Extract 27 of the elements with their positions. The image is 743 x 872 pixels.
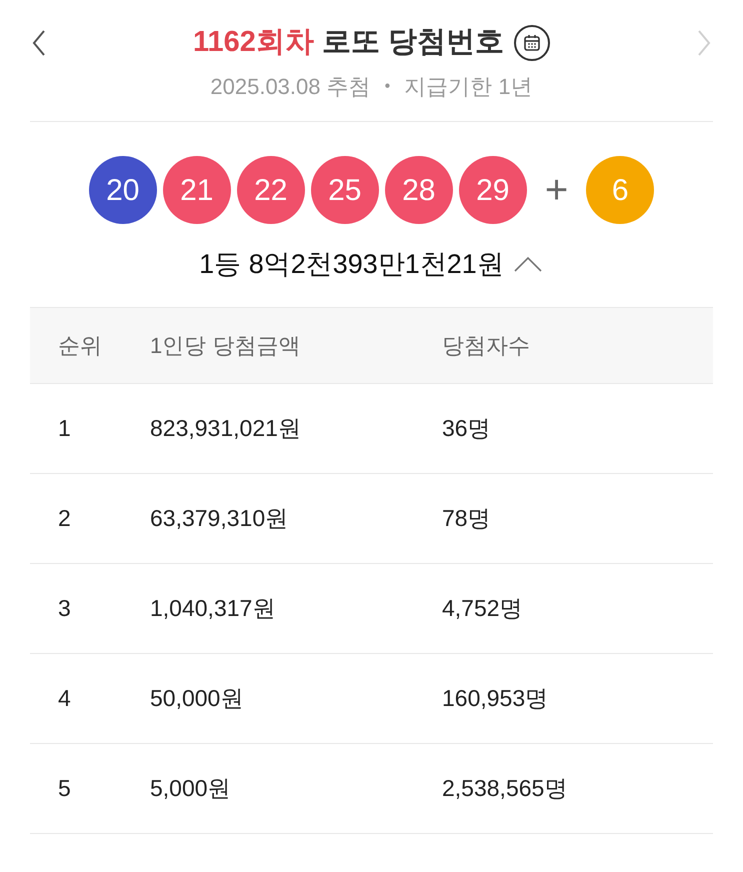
table-cell-text: 160,953명	[442, 684, 550, 713]
table-cell-text: 823,931,021원	[150, 414, 302, 443]
table-cell-text: 2	[57, 504, 72, 533]
calendar-button[interactable]	[514, 25, 550, 61]
table-cell-text: 36명	[442, 414, 492, 443]
column-header: 1인당 당첨금액	[150, 332, 302, 360]
table-cell-text: 50,000원	[150, 684, 244, 713]
table-cell-text: 1	[57, 414, 72, 443]
table-cell-text: 63,379,310원	[150, 504, 290, 533]
page-title: 1162회차 로또 당첨번호	[192, 25, 504, 60]
calendar-icon	[523, 34, 542, 52]
table-cell-text: 78명	[442, 504, 492, 533]
table-cell-text: 4,752명	[442, 594, 524, 623]
plus-sign: +	[544, 170, 568, 210]
draw-date: 2025.03.08 추첨	[210, 73, 371, 101]
separator-dot: •	[384, 76, 390, 96]
column-header: 당첨자수	[442, 332, 531, 360]
first-prize-amount: 1등 8억2천393만1천21원	[199, 248, 504, 281]
table-cell-text: 5	[57, 774, 72, 803]
table-cell-text: 4	[57, 684, 72, 713]
column-header: 순위	[57, 332, 103, 360]
table-cell-text: 5,000원	[150, 774, 232, 803]
table-cell-text: 3	[57, 594, 72, 623]
payment-deadline: 지급기한 1년	[404, 73, 533, 101]
table-cell-text: 1,040,317원	[150, 594, 276, 623]
table-cell-text: 2,538,565명	[442, 774, 568, 803]
chevron-up-icon	[514, 256, 542, 272]
